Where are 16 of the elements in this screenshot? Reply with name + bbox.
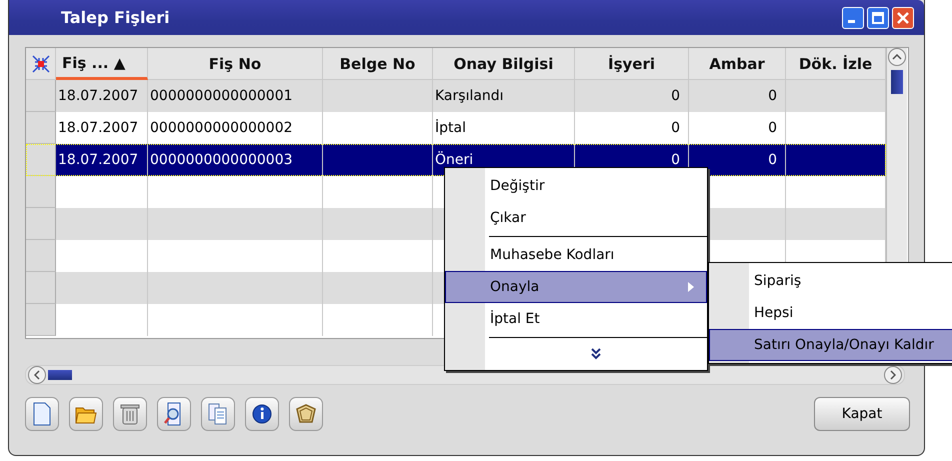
window-title: Talep Fişleri <box>61 8 170 27</box>
table-cell: 0 <box>671 152 680 168</box>
table-cell: Öneri <box>435 152 474 168</box>
table-cell: 0 <box>768 88 777 104</box>
table-cell: 0000000000000002 <box>150 120 293 136</box>
table-cell: 0 <box>768 152 777 168</box>
table-cell: Karşılandı <box>435 88 504 104</box>
table-cell: 18.07.2007 <box>58 152 138 168</box>
table-cell: 0000000000000003 <box>150 152 293 168</box>
table-cell: 0 <box>671 120 680 136</box>
table-cell: 0 <box>768 120 777 136</box>
table-cell: 18.07.2007 <box>58 120 138 136</box>
table-cell: 0000000000000001 <box>150 88 293 104</box>
table-cell: 0 <box>671 88 680 104</box>
table-cell: İptal <box>435 120 466 136</box>
table-cell: 18.07.2007 <box>58 88 138 104</box>
